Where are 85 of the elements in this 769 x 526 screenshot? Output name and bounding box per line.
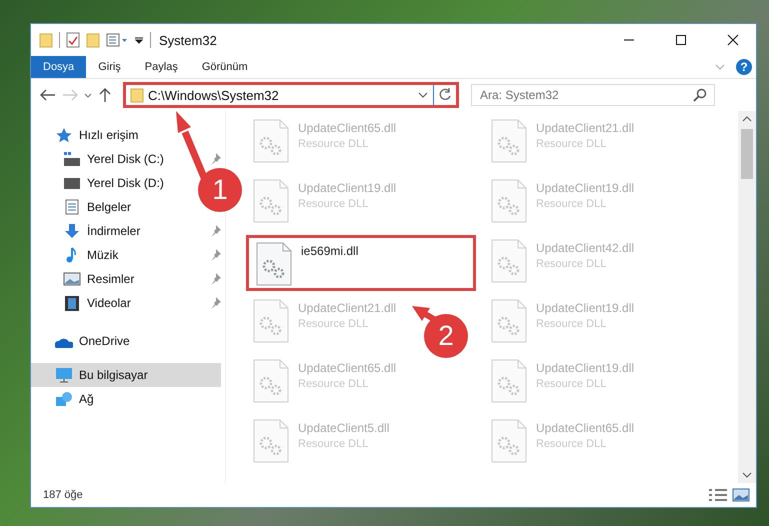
file-name: UpdateClient21.dll bbox=[298, 301, 396, 315]
scroll-up-icon[interactable] bbox=[742, 115, 752, 123]
ribbon-tab[interactable]: Giriş bbox=[86, 56, 133, 78]
sidebar-item[interactable]: İndirmeler bbox=[31, 219, 144, 243]
file-type: Resource DLL bbox=[298, 318, 370, 330]
pin-icon[interactable] bbox=[211, 153, 221, 165]
dll-file-icon bbox=[255, 242, 293, 286]
file-name: UpdateClient21.dll bbox=[536, 121, 634, 135]
search-field[interactable]: Ara: System32 bbox=[471, 84, 715, 106]
folder-icon bbox=[39, 32, 53, 48]
sidebar-item[interactable]: Yerel Disk (C:) bbox=[31, 147, 168, 171]
chevron-down-icon[interactable] bbox=[417, 90, 429, 100]
back-arrow-icon[interactable] bbox=[39, 88, 57, 102]
sidebar-item[interactable]: Videolar bbox=[31, 291, 135, 315]
file-type: Resource DLL bbox=[536, 378, 608, 390]
properties-icon[interactable] bbox=[66, 32, 80, 48]
drive-icon bbox=[63, 175, 81, 191]
file-name: UpdateClient19.dll bbox=[536, 301, 634, 315]
file-name: UpdateClient19.dll bbox=[536, 361, 634, 375]
window-title: System32 bbox=[159, 32, 217, 48]
drive-win-icon bbox=[63, 151, 81, 167]
file-type: Resource DLL bbox=[298, 378, 370, 390]
details-view-icon[interactable] bbox=[708, 488, 728, 502]
sidebar-item[interactable]: Hızlı erişim bbox=[31, 123, 142, 147]
file-name: ie569mi.dll bbox=[301, 244, 358, 258]
dll-file-icon bbox=[252, 119, 290, 163]
sidebar-item[interactable]: Yerel Disk (D:) bbox=[31, 171, 168, 195]
file-name: UpdateClient65.dll bbox=[298, 361, 396, 375]
file-type: Resource DLL bbox=[536, 198, 608, 210]
star-icon bbox=[55, 127, 73, 143]
pin-icon[interactable] bbox=[211, 297, 221, 309]
up-arrow-icon[interactable] bbox=[97, 87, 113, 103]
pin-icon[interactable] bbox=[211, 249, 221, 261]
pin-icon[interactable] bbox=[211, 225, 221, 237]
dll-file-icon bbox=[490, 359, 528, 403]
network-icon bbox=[55, 391, 73, 407]
dll-file-icon bbox=[252, 419, 290, 463]
sidebar-item[interactable]: Belgeler bbox=[31, 195, 136, 219]
scrollbar-thumb[interactable] bbox=[741, 129, 753, 179]
picture-icon bbox=[63, 271, 81, 287]
file-type: Resource DLL bbox=[298, 138, 370, 150]
dll-file-icon bbox=[252, 359, 290, 403]
file-type: Resource DLL bbox=[536, 258, 608, 270]
address-bar[interactable]: C:\Windows\System32 bbox=[123, 82, 459, 108]
view-dropdown-icon[interactable] bbox=[106, 32, 128, 48]
scrollbar[interactable] bbox=[738, 111, 756, 483]
sidebar-item[interactable]: OneDrive bbox=[31, 329, 134, 353]
file-type: Resource DLL bbox=[536, 438, 608, 450]
file-type: Resource DLL bbox=[536, 318, 608, 330]
large-icons-view-icon[interactable] bbox=[732, 488, 750, 502]
ribbon-tab[interactable]: Paylaş bbox=[132, 56, 190, 78]
help-button[interactable]: ? bbox=[736, 59, 752, 75]
sidebar-item[interactable]: Müzik bbox=[31, 243, 122, 267]
file-name: UpdateClient5.dll bbox=[298, 421, 390, 435]
dll-file-icon bbox=[252, 179, 290, 223]
folder-icon bbox=[130, 87, 144, 103]
search-icon bbox=[693, 88, 707, 102]
dll-file-icon bbox=[490, 179, 528, 223]
dll-file-icon bbox=[490, 299, 528, 343]
ribbon-tab[interactable]: Görünüm bbox=[190, 56, 260, 78]
sidebar-item[interactable]: Ağ bbox=[31, 387, 98, 411]
scroll-down-icon[interactable] bbox=[742, 471, 752, 479]
sidebar-item[interactable]: Resimler bbox=[31, 267, 138, 291]
download-icon bbox=[63, 223, 81, 239]
file-type: Resource DLL bbox=[298, 198, 370, 210]
file-tile[interactable]: ie569mi.dll bbox=[246, 235, 476, 291]
pin-icon[interactable] bbox=[211, 273, 221, 285]
address-path: C:\Windows\System32 bbox=[148, 88, 279, 102]
file-name: UpdateClient65.dll bbox=[536, 421, 634, 435]
item-count: 187 öğe bbox=[43, 489, 83, 501]
file-name: UpdateClient65.dll bbox=[298, 121, 396, 135]
file-name: UpdateClient42.dll bbox=[536, 241, 634, 255]
video-icon bbox=[63, 295, 81, 311]
file-type: Resource DLL bbox=[536, 138, 608, 150]
file-name: UpdateClient19.dll bbox=[536, 181, 634, 195]
dll-file-icon bbox=[490, 419, 528, 463]
file-type: Resource DLL bbox=[298, 438, 370, 450]
dll-file-icon bbox=[252, 299, 290, 343]
sidebar-item[interactable]: Bu bilgisayar bbox=[31, 363, 221, 387]
file-name: UpdateClient19.dll bbox=[298, 181, 396, 195]
dll-file-icon bbox=[490, 239, 528, 283]
dll-file-icon bbox=[490, 119, 528, 163]
pc-icon bbox=[55, 367, 73, 383]
doc-icon bbox=[63, 199, 81, 215]
ribbon-tab[interactable]: Dosya bbox=[31, 56, 86, 78]
